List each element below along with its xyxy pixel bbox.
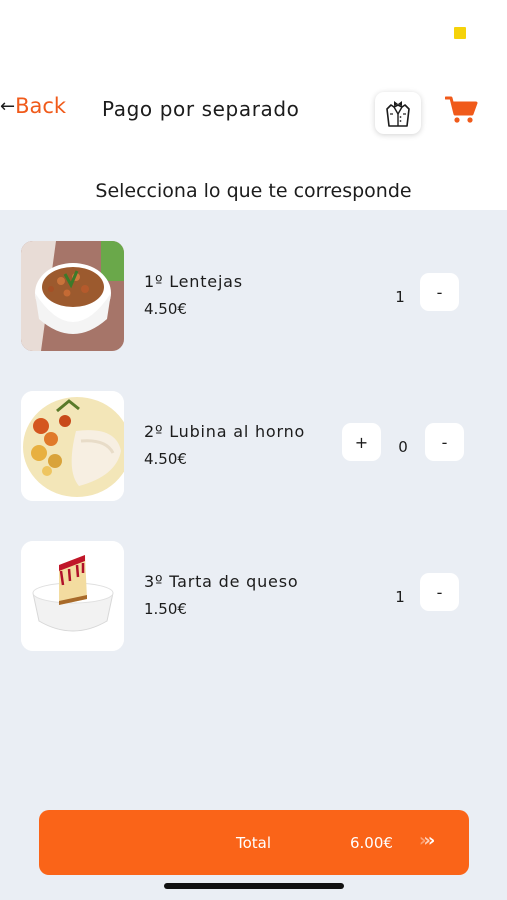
decrease-quantity-button[interactable]: - <box>420 573 459 611</box>
home-indicator <box>164 883 344 889</box>
decrease-quantity-button[interactable]: - <box>425 423 464 461</box>
list-item: 3º Tarta de queso 1.50€ 1 - <box>0 541 507 653</box>
instructions-subtitle: Selecciona lo que te corresponde <box>95 180 412 202</box>
item-name: 3º Tarta de queso <box>144 572 299 591</box>
header: ← Back Pago por separado <box>0 84 507 134</box>
item-name: 2º Lubina al horno <box>144 422 306 441</box>
item-name: 1º Lentejas <box>144 272 243 291</box>
quantity-value: 0 <box>398 438 408 456</box>
minus-icon: - <box>436 282 443 302</box>
minus-icon: - <box>436 582 443 602</box>
minus-icon: - <box>441 432 448 452</box>
item-price: 4.50€ <box>144 450 187 468</box>
baked-sea-bass-image <box>21 391 124 501</box>
quantity-value: 1 <box>395 288 405 306</box>
cheesecake-image <box>21 541 124 651</box>
total-amount: 6.00€ <box>350 834 393 852</box>
page-title: Pago por separado <box>102 97 300 121</box>
item-price: 1.50€ <box>144 600 187 618</box>
total-label: Total <box>236 834 272 852</box>
item-price: 4.50€ <box>144 300 187 318</box>
plus-icon: + <box>354 432 369 452</box>
triple-chevron-right-icon: ››› <box>419 830 436 851</box>
increase-quantity-button[interactable]: + <box>342 423 381 461</box>
list-item: 1º Lentejas 4.50€ 1 - <box>0 241 507 353</box>
pay-total-button[interactable]: Total 6.00€ ››› <box>39 810 469 875</box>
quantity-value: 1 <box>395 588 405 606</box>
cart-icon <box>445 96 478 123</box>
waiter-icon <box>386 101 410 127</box>
back-button[interactable]: ← Back <box>0 94 66 118</box>
list-item: 2º Lubina al horno 4.50€ + 0 - <box>0 391 507 503</box>
decrease-quantity-button[interactable]: - <box>420 273 459 311</box>
item-list: 1º Lentejas 4.50€ 1 - 2º Lubina al horno… <box>0 210 507 900</box>
back-label: Back <box>15 94 67 118</box>
lentils-dish-image <box>21 241 124 351</box>
call-waiter-button[interactable] <box>375 92 421 134</box>
back-arrow-icon: ← <box>0 95 16 117</box>
status-indicator <box>454 27 466 39</box>
cart-button[interactable] <box>442 92 482 128</box>
